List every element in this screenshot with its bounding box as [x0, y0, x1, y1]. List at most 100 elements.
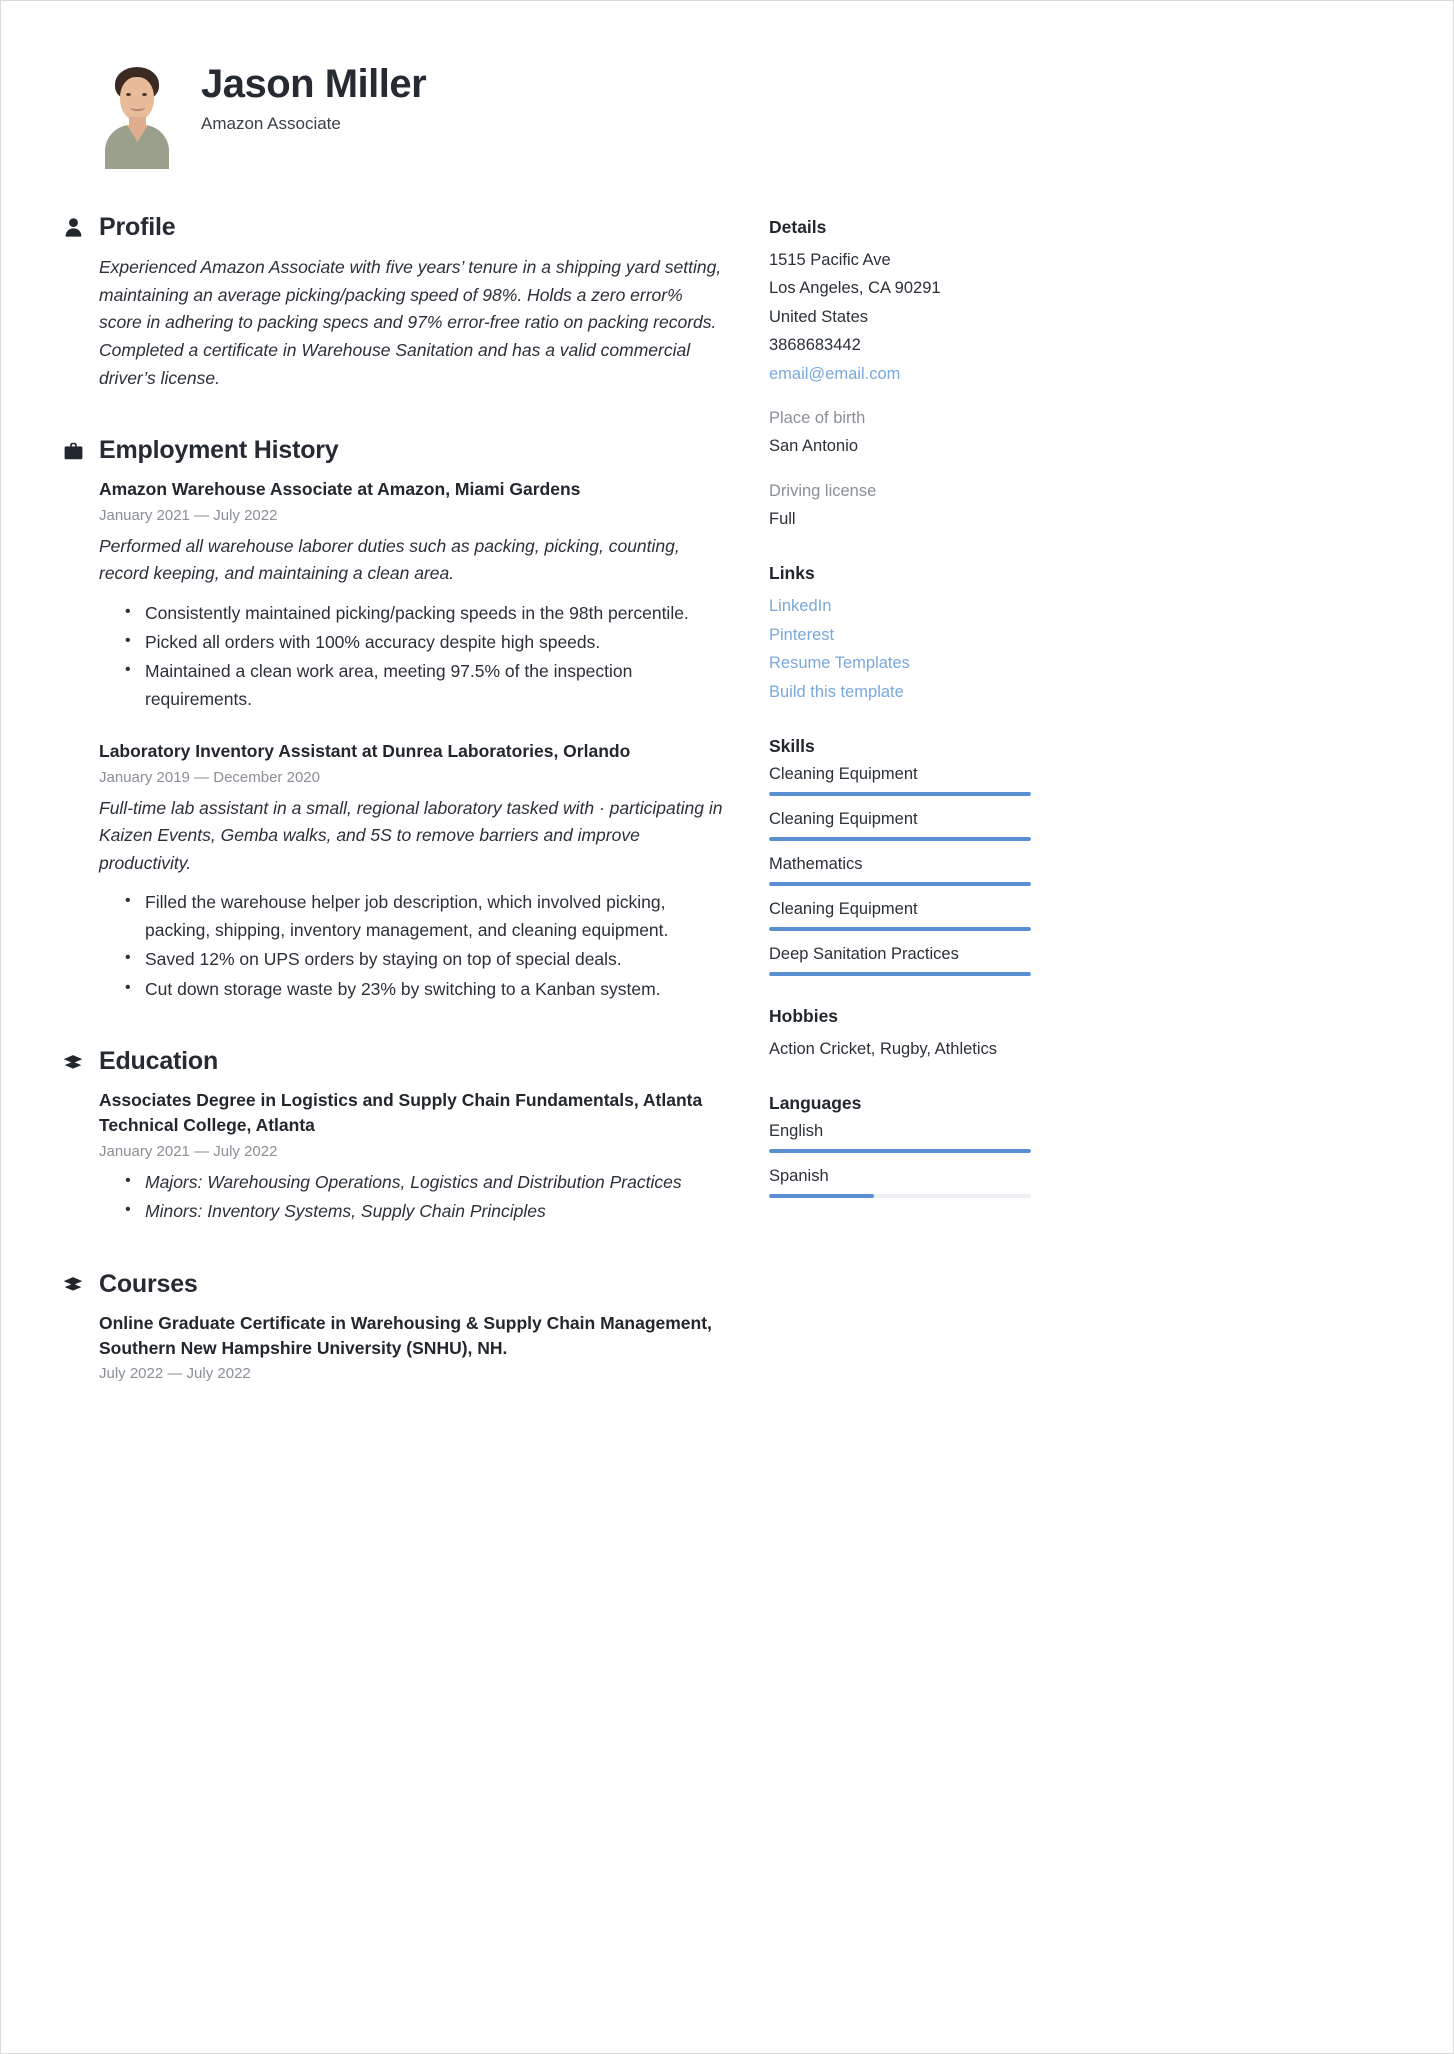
section-header-education: Education: [63, 1047, 723, 1076]
language-progress-fill: [769, 1194, 874, 1199]
link-resume-templates[interactable]: Resume Templates: [769, 649, 1069, 677]
avatar-eye-left: [126, 93, 131, 96]
section-body-employment: Amazon Warehouse Associate at Amazon, Mi…: [63, 477, 723, 1003]
avatar-eye-right: [142, 93, 147, 96]
graduation-cap-icon: [63, 1051, 83, 1073]
briefcase-icon: [63, 440, 83, 462]
skill-progress-fill: [769, 881, 1031, 886]
employment-entry-date: January 2021 — July 2022: [99, 506, 278, 524]
sidebar-skills: Skills Cleaning Equipment Cleaning Equip…: [769, 736, 1069, 976]
employment-entry-description: Performed all warehouse laborer duties s…: [99, 535, 680, 584]
page-title: Jason Miller: [201, 62, 427, 106]
list-item: Minors: Inventory Systems, Supply Chain …: [123, 1197, 723, 1225]
resume-header: Jason Miller Amazon Associate: [101, 59, 1391, 169]
graduation-cap-icon: [63, 1273, 83, 1295]
detail-address-line2: Los Angeles, CA 90291: [769, 279, 941, 298]
employment-entry-bullets: Consistently maintained picking/packing …: [123, 598, 723, 714]
hobbies-text: Action Cricket, Rugby, Athletics: [769, 1039, 998, 1058]
skill-progress-track: [769, 971, 1031, 976]
list-item: Filled the warehouse helper job descript…: [123, 888, 723, 944]
section-employment-history: Employment History Amazon Warehouse Asso…: [63, 436, 723, 1003]
list-item: Picked all orders with 100% accuracy des…: [123, 628, 723, 656]
employment-entry: Amazon Warehouse Associate at Amazon, Mi…: [99, 477, 723, 713]
skill-item: Cleaning Equipment: [769, 900, 1069, 931]
skill-item: Cleaning Equipment: [769, 765, 1069, 796]
list-item: Cut down storage waste by 23% by switchi…: [123, 975, 723, 1003]
avatar-smile: [130, 104, 145, 111]
sidebar-links: Links LinkedIn Pinterest Resume Template…: [769, 563, 1069, 706]
section-profile: Profile Experienced Amazon Associate wit…: [63, 213, 723, 392]
language-label: Spanish: [769, 1167, 829, 1186]
skill-label: Cleaning Equipment: [769, 809, 918, 828]
employment-entry: Laboratory Inventory Assistant at Dunrea…: [99, 739, 723, 1003]
language-item: Spanish: [769, 1167, 1069, 1199]
language-progress-track: [769, 1194, 1031, 1199]
main-column: Profile Experienced Amazon Associate wit…: [63, 213, 723, 1426]
section-title-courses: Courses: [99, 1269, 198, 1298]
section-body-profile: Experienced Amazon Associate with five y…: [63, 254, 723, 392]
section-header-profile: Profile: [63, 213, 723, 242]
skill-item: Deep Sanitation Practices: [769, 945, 1069, 976]
language-progress-track: [769, 1149, 1031, 1154]
list-item: Majors: Warehousing Operations, Logistic…: [123, 1168, 723, 1196]
person-icon: [63, 217, 83, 239]
course-entry-date: July 2022 — July 2022: [99, 1365, 251, 1383]
section-education: Education Associates Degree in Logistics…: [63, 1047, 723, 1226]
skill-label: Deep Sanitation Practices: [769, 944, 959, 963]
skill-label: Cleaning Equipment: [769, 899, 918, 918]
sidebar-title-languages: Languages: [769, 1093, 862, 1114]
sidebar-hobbies: Hobbies Action Cricket, Rugby, Athletics: [769, 1006, 1069, 1063]
employment-entry-title: Amazon Warehouse Associate at Amazon, Mi…: [99, 479, 581, 500]
link-linkedin[interactable]: LinkedIn: [769, 592, 1069, 620]
job-title: Amazon Associate: [201, 114, 341, 134]
link-pinterest[interactable]: Pinterest: [769, 621, 1069, 649]
sidebar-title-links: Links: [769, 563, 815, 584]
skill-label: Mathematics: [769, 854, 863, 873]
sidebar-column: Details 1515 Pacific Ave Los Angeles, CA…: [769, 213, 1069, 1228]
link-build-this-template[interactable]: Build this template: [769, 678, 1069, 706]
sidebar-details: Details 1515 Pacific Ave Los Angeles, CA…: [769, 217, 1069, 533]
education-entry: Associates Degree in Logistics and Suppl…: [99, 1088, 723, 1226]
employment-entry-date: January 2019 — December 2020: [99, 768, 320, 786]
section-title-employment: Employment History: [99, 436, 339, 465]
list-item: Saved 12% on UPS orders by staying on to…: [123, 945, 723, 973]
skill-progress-track: [769, 926, 1031, 931]
avatar-face: [120, 77, 154, 121]
education-entry-date: January 2021 — July 2022: [99, 1142, 278, 1160]
sidebar-title-hobbies: Hobbies: [769, 1005, 839, 1026]
list-item: Maintained a clean work area, meeting 97…: [123, 657, 723, 713]
skill-progress-track: [769, 791, 1031, 796]
detail-driving-license-value: Full: [769, 510, 796, 528]
detail-phone: 3868683442: [769, 336, 861, 355]
employment-entry-title: Laboratory Inventory Assistant at Dunrea…: [99, 741, 631, 762]
skill-item: Mathematics: [769, 855, 1069, 886]
section-body-courses: Online Graduate Certificate in Warehousi…: [63, 1311, 723, 1383]
course-entry-title: Online Graduate Certificate in Warehousi…: [99, 1312, 712, 1359]
sidebar-languages: Languages English Spanish: [769, 1093, 1069, 1199]
resume-page: Jason Miller Amazon Associate Profile Ex…: [0, 0, 1454, 2054]
employment-entry-bullets: Filled the warehouse helper job descript…: [123, 888, 723, 1003]
resume-sheet: Jason Miller Amazon Associate Profile Ex…: [1, 1, 1453, 2053]
sidebar-title-details: Details: [769, 217, 827, 237]
course-entry: Online Graduate Certificate in Warehousi…: [99, 1311, 723, 1383]
skill-progress-fill: [769, 926, 1031, 931]
list-item: Consistently maintained picking/packing …: [123, 598, 723, 627]
language-progress-fill: [769, 1149, 1031, 1154]
skill-progress-track: [769, 881, 1031, 886]
section-title-profile: Profile: [99, 213, 176, 241]
skill-progress-track: [769, 836, 1031, 841]
section-header-employment: Employment History: [63, 436, 723, 465]
content-columns: Profile Experienced Amazon Associate wit…: [63, 213, 1391, 1426]
section-title-education: Education: [99, 1047, 219, 1076]
sidebar-title-skills: Skills: [769, 735, 815, 756]
detail-country: United States: [769, 307, 869, 326]
profile-text: Experienced Amazon Associate with five y…: [99, 257, 722, 388]
section-header-courses: Courses: [63, 1270, 723, 1299]
language-label: English: [769, 1122, 824, 1141]
detail-email-link[interactable]: email@email.com: [769, 360, 1069, 388]
language-item: English: [769, 1122, 1069, 1154]
avatar: [101, 59, 173, 169]
skill-progress-fill: [769, 791, 1031, 796]
